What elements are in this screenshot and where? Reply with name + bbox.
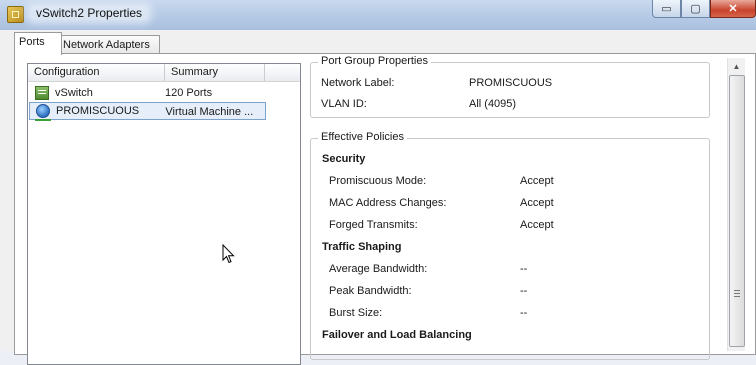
network-label-value: PROMISCUOUS (469, 77, 553, 89)
close-button[interactable]: ✕ (710, 0, 756, 18)
window-title: vSwitch2 Properties (30, 6, 149, 20)
row-summary: Virtual Machine ... (165, 106, 254, 118)
scroll-grip-icon (734, 290, 740, 297)
configuration-list[interactable]: Configuration Summary vSwitch 120 Ports … (27, 63, 301, 365)
row-configuration-label: PROMISCUOUS (56, 105, 140, 117)
burst-size-value: -- (520, 307, 528, 319)
security-heading: Security (322, 153, 366, 165)
window-controls: ▭ ▢ ✕ (652, 0, 756, 19)
peak-bandwidth-key: Peak Bandwidth: (329, 285, 412, 297)
burst-size-key: Burst Size: (329, 307, 383, 319)
promiscuous-mode-value: Accept (520, 175, 554, 187)
list-item-promiscuous[interactable]: PROMISCUOUS Virtual Machine ... (29, 102, 266, 121)
configuration-cell: PROMISCUOUS (30, 103, 165, 121)
row-summary: 120 Ports (165, 87, 213, 99)
forged-transmits-value: Accept (520, 219, 554, 231)
tab-ports[interactable]: Ports (14, 32, 62, 55)
list-header: Configuration Summary (28, 64, 300, 82)
network-label-key: Network Label: (321, 77, 395, 89)
mouse-cursor-icon (222, 244, 235, 264)
average-bandwidth-value: -- (520, 263, 528, 275)
average-bandwidth-key: Average Bandwidth: (329, 263, 428, 275)
vlan-id-key: VLAN ID: (321, 98, 367, 110)
vswitch-icon (35, 86, 49, 100)
mac-address-changes-key: MAC Address Changes: (329, 197, 447, 209)
properties-scrollbar[interactable]: ▲ (727, 58, 745, 351)
traffic-shaping-heading: Traffic Shaping (322, 241, 402, 253)
port-group-properties-legend: Port Group Properties (318, 55, 431, 67)
promiscuous-mode-key: Promiscuous Mode: (329, 175, 427, 187)
list-item-vswitch[interactable]: vSwitch 120 Ports (29, 84, 265, 102)
column-header-filler (265, 64, 300, 81)
scroll-thumb[interactable] (729, 75, 745, 347)
tab-network-adapters[interactable]: Network Adapters (58, 35, 160, 55)
app-icon (7, 6, 24, 23)
scroll-up-arrow-icon[interactable]: ▲ (728, 58, 745, 75)
failover-load-balancing-heading: Failover and Load Balancing (322, 329, 472, 341)
maximize-button[interactable]: ▢ (681, 0, 710, 18)
mac-address-changes-value: Accept (520, 197, 554, 209)
row-configuration-label: vSwitch (55, 87, 93, 99)
configuration-cell: vSwitch (29, 84, 165, 102)
column-header-configuration[interactable]: Configuration (28, 64, 165, 81)
forged-transmits-key: Forged Transmits: (329, 219, 418, 231)
title-bar: vSwitch2 Properties ▭ ▢ ✕ (0, 0, 756, 30)
peak-bandwidth-value: -- (520, 285, 528, 297)
column-header-summary[interactable]: Summary (165, 64, 265, 81)
port-group-icon (35, 104, 51, 121)
minimize-button[interactable]: ▭ (652, 0, 681, 18)
vlan-id-value: All (4095) (469, 98, 517, 110)
effective-policies-legend: Effective Policies (318, 131, 407, 143)
